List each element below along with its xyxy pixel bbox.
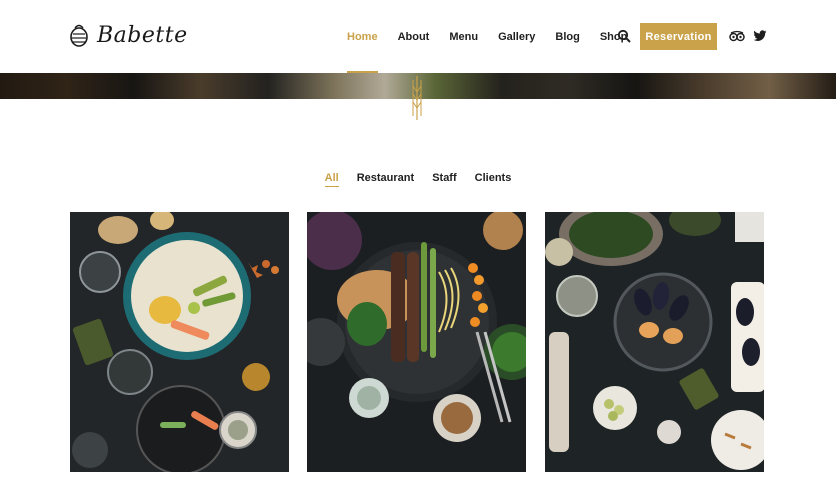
reservation-button[interactable]: Reservation: [640, 23, 717, 50]
salmon-plate-photo: [70, 212, 289, 472]
gallery-item-grilled-skewers[interactable]: [307, 212, 526, 472]
tripadvisor-icon[interactable]: [729, 30, 745, 42]
nav-item-home[interactable]: Home: [347, 0, 378, 73]
logo[interactable]: Babette: [69, 22, 188, 48]
filter-staff[interactable]: Staff: [432, 172, 456, 187]
search-icon[interactable]: [617, 29, 631, 43]
gallery-item-mussels[interactable]: [545, 212, 764, 472]
filter-all[interactable]: All: [324, 172, 339, 187]
filter-restaurant[interactable]: Restaurant: [357, 172, 414, 187]
main-nav: Home About Menu Gallery Blog Shop: [347, 0, 647, 73]
site-header: Babette Home About Menu Gallery Blog Sho…: [0, 0, 836, 73]
gallery-item-salmon-plate[interactable]: [70, 212, 289, 472]
logo-emblem-icon: [70, 24, 88, 47]
nav-item-blog[interactable]: Blog: [555, 0, 579, 73]
brand-name: Babette: [97, 22, 188, 48]
nav-item-about[interactable]: About: [398, 0, 430, 73]
nav-item-gallery[interactable]: Gallery: [498, 0, 535, 73]
nav-item-menu[interactable]: Menu: [449, 0, 478, 73]
mussels-photo: [545, 212, 764, 472]
twitter-icon[interactable]: [753, 30, 767, 42]
wheat-divider-icon: [412, 76, 422, 120]
gallery-filters: All Restaurant Staff Clients: [0, 172, 836, 187]
grilled-skewers-photo: [307, 212, 526, 472]
filter-clients[interactable]: Clients: [475, 172, 512, 187]
